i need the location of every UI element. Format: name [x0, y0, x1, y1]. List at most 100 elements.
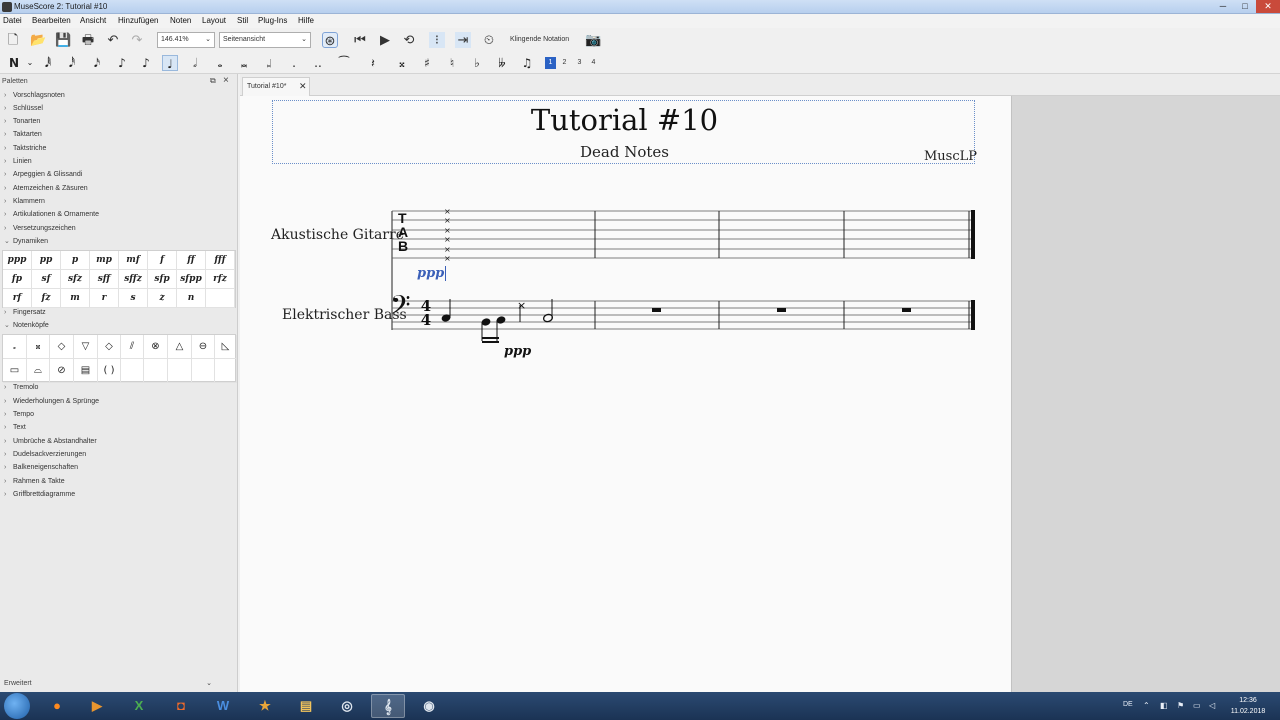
palette-section[interactable]: › Taktarten	[4, 129, 42, 141]
dynamic-fz[interactable]: fz	[32, 289, 61, 308]
duration-quarter-icon[interactable]: ♩	[162, 55, 178, 71]
start-button[interactable]	[4, 693, 30, 719]
sharp-icon[interactable]: ♯	[419, 55, 435, 71]
redo-icon[interactable]: ↷	[129, 32, 145, 48]
palette-section[interactable]: › Schlüssel	[4, 103, 43, 115]
steam-icon[interactable]: ◎	[330, 694, 364, 718]
undo-icon[interactable]: ↶	[105, 32, 121, 48]
menu-ansicht[interactable]: Ansicht	[80, 16, 106, 25]
maximize-button[interactable]: □	[1234, 0, 1256, 13]
palette-section[interactable]: › Balkeneigenschaften	[4, 462, 78, 474]
notehead-triangle-down-icon[interactable]: ▽	[74, 335, 98, 359]
menu-hinzufuegen[interactable]: Hinzufügen	[118, 16, 158, 25]
palette-section-noteheads[interactable]: ⌄ Notenköpfe	[4, 320, 49, 332]
guitar-tab-staff[interactable]	[392, 210, 973, 259]
dynamic-sff[interactable]: sff	[90, 270, 119, 289]
dynamic-sffz[interactable]: sffz	[119, 270, 148, 289]
dynamic-ff[interactable]: ff	[177, 251, 206, 270]
tray-chevron-icon[interactable]: ⌃	[1143, 701, 1150, 710]
obs-icon[interactable]: ◉	[412, 694, 446, 718]
dynamic-mf[interactable]: mf	[119, 251, 148, 270]
excel-icon[interactable]: X	[122, 694, 156, 718]
notehead-slash-icon[interactable]: ⫽	[121, 335, 144, 359]
bass-rests[interactable]	[652, 308, 911, 312]
dynamic-fff[interactable]: fff	[206, 251, 235, 270]
notehead-la-icon[interactable]: ▭	[3, 359, 27, 383]
dynamic-m[interactable]: m	[61, 289, 90, 308]
notehead-mi-icon[interactable]: ⊖	[192, 335, 215, 359]
dynamic-ppp[interactable]: ppp	[3, 251, 32, 270]
tie-icon[interactable]: ⁀	[336, 55, 352, 71]
notehead-xcircle-icon[interactable]: ⊗	[144, 335, 168, 359]
dot-icon[interactable]: .	[286, 55, 302, 71]
duration-whole-icon[interactable]: 𝅝	[212, 55, 228, 71]
dynamic-pp[interactable]: pp	[32, 251, 61, 270]
palette-section[interactable]: › Vorschlagsnoten	[4, 90, 65, 102]
metronome-icon[interactable]: ⏲	[481, 32, 497, 48]
dynamic-r[interactable]: r	[90, 289, 119, 308]
notehead-ti-icon[interactable]: ⊘	[50, 359, 74, 383]
word-icon[interactable]: W	[206, 694, 240, 718]
rewind-icon[interactable]: ⏮	[352, 32, 368, 48]
clock-time[interactable]: 12:36	[1228, 697, 1268, 704]
play-icon[interactable]: ▶	[377, 32, 393, 48]
minimize-button[interactable]: ─	[1212, 0, 1234, 13]
palette-section[interactable]: › Griffbrettdiagramme	[4, 489, 75, 501]
dynamic-z[interactable]: z	[148, 289, 177, 308]
dynamic-s[interactable]: s	[119, 289, 148, 308]
natural-icon[interactable]: ♮	[444, 55, 460, 71]
double-sharp-icon[interactable]: 𝄪	[394, 55, 410, 71]
save-icon[interactable]: 💾	[55, 32, 71, 48]
chevron-down-icon[interactable]: ⌄	[22, 55, 38, 71]
palette-section[interactable]: › Wiederholungen & Sprünge	[4, 396, 99, 408]
dynamic-rfz[interactable]: rfz	[206, 270, 235, 289]
time-signature[interactable]: 4 4	[420, 299, 432, 328]
palette-section[interactable]: › Fingersatz	[4, 307, 46, 319]
duration-breve-icon[interactable]: 𝅜	[236, 55, 252, 71]
bass-notes[interactable]: ×	[441, 299, 554, 343]
dynamic-p[interactable]: p	[61, 251, 90, 270]
palette-section[interactable]: › Umbrüche & Abstandhalter	[4, 436, 97, 448]
double-dot-icon[interactable]: ..	[310, 55, 326, 71]
notehead-triangle-up-icon[interactable]: △	[168, 335, 192, 359]
pan-score-icon[interactable]: ⇥	[455, 32, 471, 48]
app-icon[interactable]: ★	[248, 694, 282, 718]
notehead-diamond-old-icon[interactable]: ◇	[98, 335, 121, 359]
open-folder-icon[interactable]: 📂	[30, 32, 46, 48]
palette-section[interactable]: › Text	[4, 422, 26, 434]
bass-clef-icon[interactable]: 𝄢	[390, 288, 411, 328]
voice-3-button[interactable]: 3	[574, 57, 585, 69]
duration-64th-icon[interactable]: 𝅘𝅥𝅱	[40, 55, 56, 71]
rest-icon[interactable]: 𝄽	[365, 55, 381, 71]
menu-plugins[interactable]: Plug-Ins	[258, 16, 287, 25]
flat-icon[interactable]: ♭	[469, 55, 485, 71]
office-icon[interactable]: ◘	[164, 694, 198, 718]
menu-noten[interactable]: Noten	[170, 16, 191, 25]
dynamic-mp[interactable]: mp	[90, 251, 119, 270]
flag-icon[interactable]: ⚑	[1177, 701, 1184, 710]
close-button[interactable]: ✕	[1256, 0, 1280, 13]
float-panel-icon[interactable]: ⧉	[210, 76, 216, 86]
palette-section[interactable]: › Tempo	[4, 409, 34, 421]
duration-half-icon[interactable]: 𝅗𝅥	[187, 55, 203, 71]
tray-app-icon[interactable]: ◧	[1160, 701, 1168, 710]
guitar-dead-notes[interactable]: × × × × × ×	[444, 207, 451, 263]
dynamic-rf[interactable]: rf	[3, 289, 32, 308]
dynamic-sf[interactable]: sf	[32, 270, 61, 289]
dynamic-sfz[interactable]: sfz	[61, 270, 90, 289]
menu-stil[interactable]: Stil	[237, 16, 248, 25]
repeat-playback-icon[interactable]: ⁝	[429, 32, 445, 48]
view-mode-dropdown[interactable]: Seitenansicht ⌄	[219, 32, 311, 48]
palette-section[interactable]: › Atemzeichen & Zäsuren	[4, 183, 88, 195]
tab-clef[interactable]: T A B	[398, 211, 410, 253]
palette-section[interactable]: › Dudelsackverzierungen	[4, 449, 86, 461]
palette-section[interactable]: › Tremolo	[4, 382, 38, 394]
score-page[interactable]: Tutorial #10 Dead Notes MuscLP Akustisch…	[240, 96, 1012, 692]
menu-datei[interactable]: Datei	[3, 16, 22, 25]
palette-section[interactable]: › Rahmen & Takte	[4, 476, 65, 488]
duration-eighth-icon[interactable]: ♪	[114, 55, 130, 71]
notehead-cross-icon[interactable]: 𝄪	[27, 335, 50, 359]
close-icon[interactable]: ✕	[299, 78, 307, 95]
voice-1-button[interactable]: 1	[545, 57, 556, 69]
musescore-taskbar-icon[interactable]: 𝄞	[371, 694, 405, 718]
